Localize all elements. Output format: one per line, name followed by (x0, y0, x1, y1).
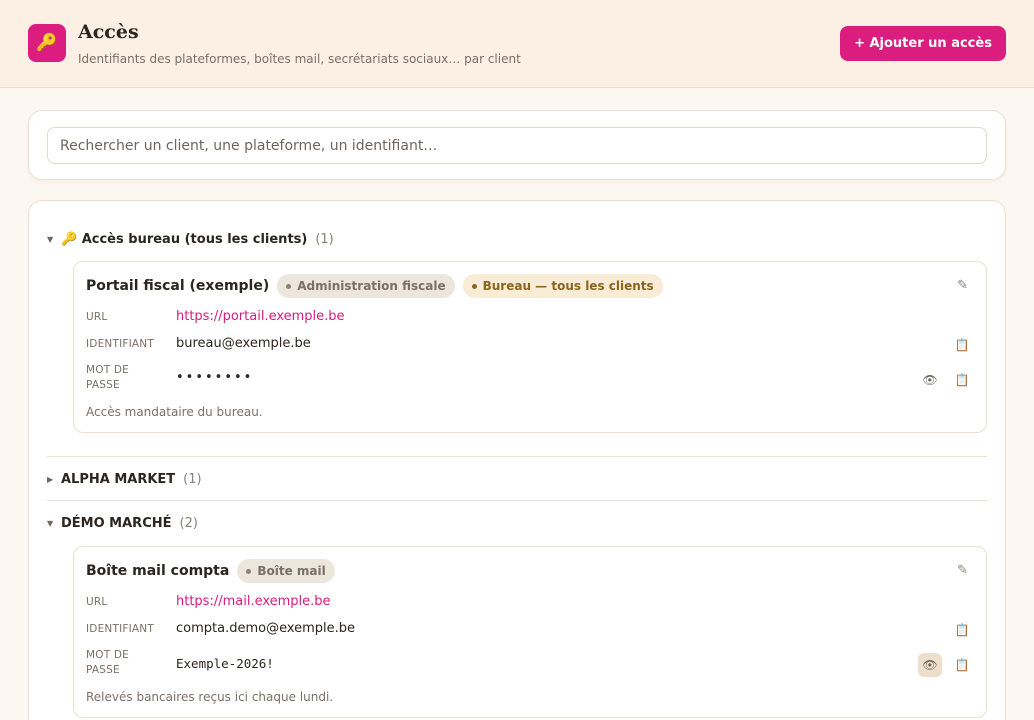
group-header-alpha-market[interactable]: ▶ ALPHA MARKET (1) (47, 469, 202, 489)
entry-note: Accès mandataire du bureau. (86, 405, 263, 419)
group-count: (1) (183, 471, 202, 487)
access-entry: Portail fiscal (exemple) Administration … (73, 261, 987, 433)
pencil-icon[interactable]: ✎ (957, 563, 968, 578)
group-title: ALPHA MARKET (61, 471, 176, 487)
clipboard-icon[interactable]: 📋 (950, 368, 974, 392)
clipboard-icon[interactable]: 📋 (950, 618, 974, 642)
scope-tag: Bureau — tous les clients (462, 274, 663, 298)
url-link[interactable]: https://portail.exemple.be (176, 309, 345, 324)
url-link[interactable]: https://mail.exemple.be (176, 594, 331, 609)
category-tag: Boîte mail (237, 559, 335, 583)
identifier-value: compta.demo@exemple.be (176, 621, 356, 636)
page-header: 🔑 Accès Identifiants des plateformes, bo… (0, 0, 1034, 88)
password-value: •••••••• (176, 370, 254, 385)
page-title: Accès (78, 21, 139, 43)
group-header-demo-marche[interactable]: ▼ DÉMO MARCHÉ (2) (47, 513, 198, 533)
password-value: Exemple-2026! (176, 656, 274, 671)
identifier-label: IDENTIFIANT (86, 338, 154, 350)
page-subtitle: Identifiants des plateformes, boîtes mai… (78, 52, 521, 66)
group-header-bureau[interactable]: ▼ 🔑 Accès bureau (tous les clients) (1) (47, 229, 334, 249)
caret-down-icon: ▼ (47, 234, 54, 244)
identifier-label: IDENTIFIANT (86, 623, 154, 635)
search-input[interactable] (47, 127, 987, 164)
group-count: (2) (179, 515, 198, 531)
pencil-icon[interactable]: ✎ (957, 278, 968, 293)
url-label: URL (86, 311, 108, 323)
group-count: (1) (315, 231, 334, 247)
divider (47, 500, 987, 501)
access-entry: Boîte mail compta Boîte mail ✎ URL https… (73, 546, 987, 718)
caret-right-icon: ▶ (47, 474, 54, 484)
url-label: URL (86, 596, 108, 608)
eye-icon[interactable]: 👁 (918, 653, 942, 677)
divider (47, 456, 987, 457)
entry-title: Boîte mail compta (86, 563, 230, 579)
entry-title: Portail fiscal (exemple) (86, 278, 270, 294)
entry-note: Relevés bancaires reçus ici chaque lundi… (86, 690, 334, 704)
key-icon: 🔑 (28, 24, 66, 62)
add-access-button[interactable]: + Ajouter un accès (840, 26, 1006, 61)
eye-icon[interactable]: 👁 (918, 368, 942, 392)
search-card (28, 110, 1006, 180)
group-title: 🔑 Accès bureau (tous les clients) (61, 231, 308, 247)
password-label: MOT DE PASSE (86, 649, 129, 676)
category-tag: Administration fiscale (277, 274, 455, 298)
access-list: ▼ 🔑 Accès bureau (tous les clients) (1) … (28, 200, 1006, 720)
clipboard-icon[interactable]: 📋 (950, 653, 974, 677)
clipboard-icon[interactable]: 📋 (950, 333, 974, 357)
identifier-value: bureau@exemple.be (176, 336, 311, 351)
group-title: DÉMO MARCHÉ (61, 515, 172, 531)
password-label: MOT DE PASSE (86, 364, 129, 391)
caret-down-icon: ▼ (47, 518, 54, 528)
